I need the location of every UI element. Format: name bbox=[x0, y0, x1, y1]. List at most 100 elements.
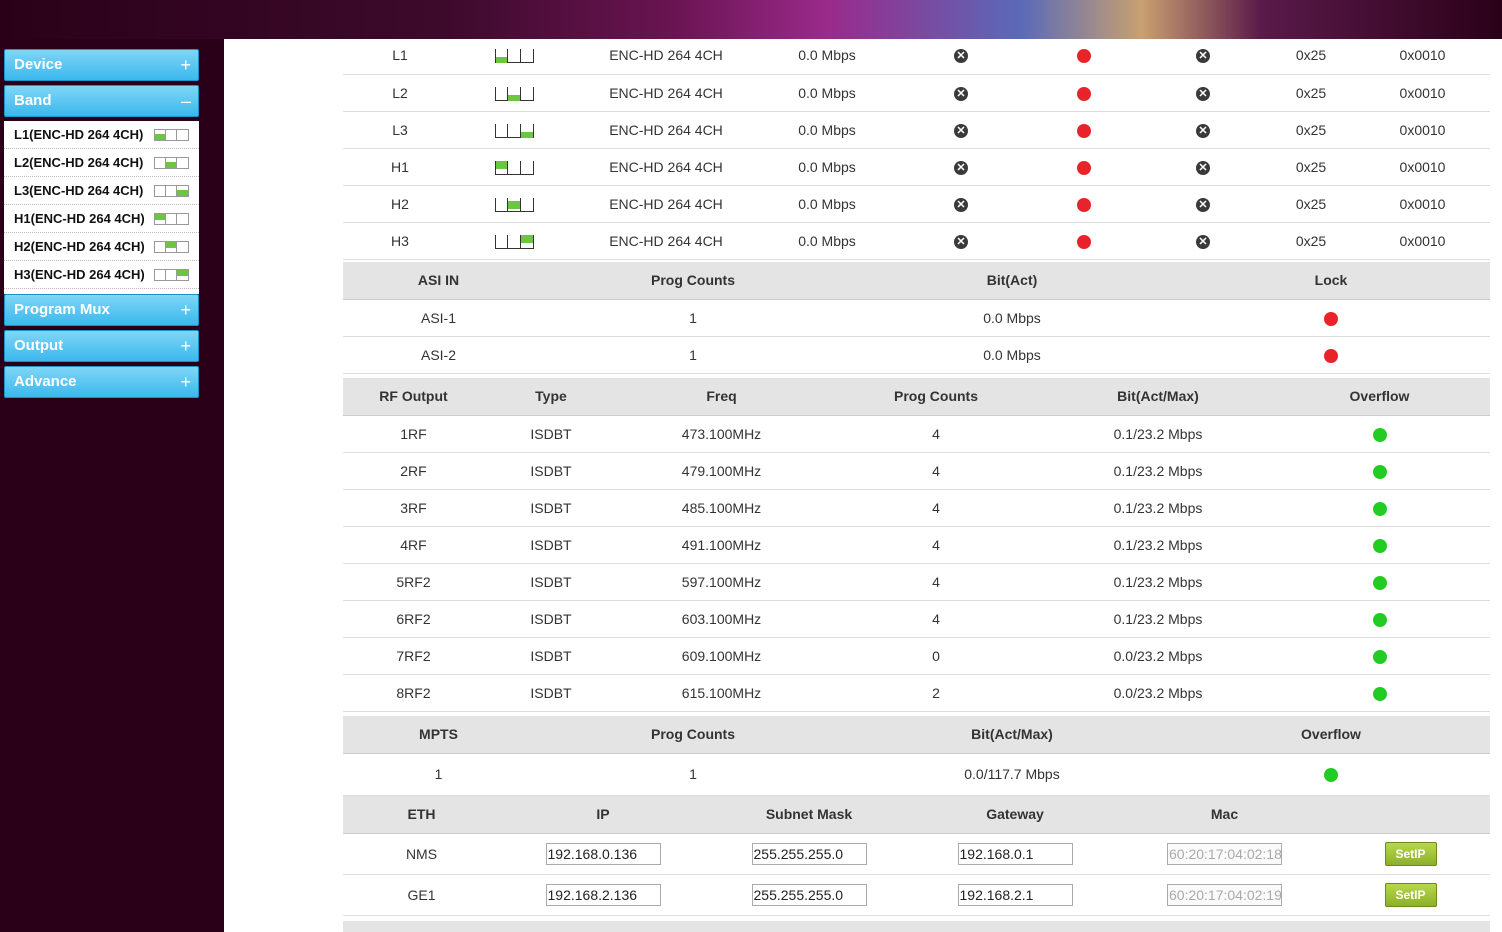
band-item-label: H2(ENC-HD 264 4CH) bbox=[14, 239, 145, 254]
asi-bit: 0.0 Mbps bbox=[852, 336, 1172, 374]
mpts-counts: 1 bbox=[534, 753, 852, 796]
table-row: 5RF2 ISDBT 597.100MHz 4 0.1/23.2 Mbps bbox=[343, 563, 1490, 601]
menu-device-label: Device bbox=[14, 56, 63, 73]
rf-freq: 597.100MHz bbox=[618, 563, 825, 601]
rf-type: ISDBT bbox=[484, 452, 618, 490]
table-row: 7RF2 ISDBT 609.100MHz 0 0.0/23.2 Mbps bbox=[343, 637, 1490, 675]
ip-field[interactable] bbox=[545, 842, 661, 865]
rf-counts: 0 bbox=[825, 637, 1047, 675]
menu-output-label: Output bbox=[14, 337, 64, 354]
band-pid2: 0x0010 bbox=[1355, 148, 1490, 186]
band-status-table: L1 ENC-HD 264 4CH 0.0 Mbps ✕ ✕ 0x25 0x00… bbox=[343, 37, 1490, 260]
setip-button[interactable]: SetIP bbox=[1384, 882, 1437, 907]
rf-bit: 0.0/23.2 Mbps bbox=[1047, 637, 1269, 675]
error-x-icon: ✕ bbox=[1196, 160, 1210, 175]
band-slot-icon bbox=[154, 129, 189, 141]
rf-type: ISDBT bbox=[484, 489, 618, 527]
band-bitrate: 0.0 Mbps bbox=[761, 37, 893, 75]
band-item-l2[interactable]: L2(ENC-HD 264 4CH) bbox=[4, 149, 199, 177]
band-item-label: H1(ENC-HD 264 4CH) bbox=[14, 211, 145, 226]
band-type: ENC-HD 264 4CH bbox=[571, 37, 761, 75]
column-header: ASI IN bbox=[343, 262, 534, 300]
ip-field[interactable] bbox=[545, 883, 661, 906]
asi-counts: 1 bbox=[534, 299, 852, 337]
rf-bit: 0.1/23.2 Mbps bbox=[1047, 600, 1269, 638]
column-header: Prog Counts bbox=[534, 262, 852, 300]
table-row: 1 1 0.0/117.7 Mbps bbox=[343, 753, 1490, 796]
eth-name: NMS bbox=[343, 833, 500, 875]
subnet-mask-field[interactable] bbox=[751, 842, 867, 865]
rf-freq: 485.100MHz bbox=[618, 489, 825, 527]
header-banner bbox=[0, 0, 1502, 39]
rf-type: ISDBT bbox=[484, 674, 618, 712]
band-pid2: 0x0010 bbox=[1355, 185, 1490, 223]
rf-bit: 0.1/23.2 Mbps bbox=[1047, 415, 1269, 453]
band-bitrate: 0.0 Mbps bbox=[761, 148, 893, 186]
band-pid1: 0x25 bbox=[1267, 111, 1355, 149]
rf-name: 8RF2 bbox=[343, 674, 484, 712]
band-slot-icon bbox=[154, 157, 189, 169]
overflow-ok-icon bbox=[1372, 612, 1387, 627]
band-item-l3[interactable]: L3(ENC-HD 264 4CH) bbox=[4, 177, 199, 205]
band-type: ENC-HD 264 4CH bbox=[571, 74, 761, 112]
band-pid2: 0x0010 bbox=[1355, 222, 1490, 260]
gateway-field[interactable] bbox=[957, 842, 1073, 865]
rf-counts: 4 bbox=[825, 452, 1047, 490]
mpts-name: 1 bbox=[343, 753, 534, 796]
menu-device[interactable]: Device + bbox=[4, 49, 199, 81]
band-item-label: H3(ENC-HD 264 4CH) bbox=[14, 267, 145, 282]
rf-name: 7RF2 bbox=[343, 637, 484, 675]
overflow-ok-icon bbox=[1372, 649, 1387, 664]
menu-advance[interactable]: Advance + bbox=[4, 366, 199, 398]
error-x-icon: ✕ bbox=[1196, 86, 1210, 101]
band-type: ENC-HD 264 4CH bbox=[571, 185, 761, 223]
table-row: L3 ENC-HD 264 4CH 0.0 Mbps ✕ ✕ 0x25 0x00… bbox=[343, 111, 1490, 149]
menu-program-mux[interactable]: Program Mux + bbox=[4, 294, 199, 326]
rf-name: 6RF2 bbox=[343, 600, 484, 638]
column-header: Prog Counts bbox=[825, 378, 1047, 416]
status-red-icon bbox=[1077, 234, 1091, 249]
rf-counts: 4 bbox=[825, 563, 1047, 601]
error-x-icon: ✕ bbox=[1196, 123, 1210, 138]
menu-band-label: Band bbox=[14, 92, 52, 109]
rf-counts: 4 bbox=[825, 489, 1047, 527]
error-x-icon: ✕ bbox=[1196, 234, 1210, 249]
band-bitrate: 0.0 Mbps bbox=[761, 74, 893, 112]
band-item-h2[interactable]: H2(ENC-HD 264 4CH) bbox=[4, 233, 199, 261]
band-name: L2 bbox=[343, 74, 457, 112]
band-slot-icon bbox=[154, 213, 189, 225]
menu-band[interactable]: Band – bbox=[4, 85, 199, 117]
menu-advance-label: Advance bbox=[14, 373, 77, 390]
band-name: L1 bbox=[343, 37, 457, 75]
collapse-icon: – bbox=[180, 91, 191, 111]
table-row: L1 ENC-HD 264 4CH 0.0 Mbps ✕ ✕ 0x25 0x00… bbox=[343, 37, 1490, 75]
band-item-label: L1(ENC-HD 264 4CH) bbox=[14, 127, 144, 142]
band-slot-icon bbox=[154, 241, 189, 253]
table-row: 8RF2 ISDBT 615.100MHz 2 0.0/23.2 Mbps bbox=[343, 674, 1490, 712]
band-bitrate: 0.0 Mbps bbox=[761, 185, 893, 223]
mpts-bit: 0.0/117.7 Mbps bbox=[852, 753, 1172, 796]
band-item-h3[interactable]: H3(ENC-HD 264 4CH) bbox=[4, 261, 199, 289]
subnet-mask-field[interactable] bbox=[751, 883, 867, 906]
setip-button[interactable]: SetIP bbox=[1384, 841, 1437, 866]
table-row: 4RF ISDBT 491.100MHz 4 0.1/23.2 Mbps bbox=[343, 526, 1490, 564]
column-header: RF Output bbox=[343, 378, 484, 416]
band-pid2: 0x0010 bbox=[1355, 74, 1490, 112]
menu-output[interactable]: Output + bbox=[4, 330, 199, 362]
column-header: Bit(Act) bbox=[852, 262, 1172, 300]
rf-freq: 473.100MHz bbox=[618, 415, 825, 453]
eth-table: ETH IP Subnet Mask Gateway Mac NMS SetIP… bbox=[343, 796, 1490, 916]
gateway-field[interactable] bbox=[957, 883, 1073, 906]
error-x-icon: ✕ bbox=[954, 234, 968, 249]
band-pid1: 0x25 bbox=[1267, 185, 1355, 223]
band-item-h1[interactable]: H1(ENC-HD 264 4CH) bbox=[4, 205, 199, 233]
table-row: 1RF ISDBT 473.100MHz 4 0.1/23.2 Mbps bbox=[343, 415, 1490, 453]
error-x-icon: ✕ bbox=[1196, 197, 1210, 212]
overflow-ok-icon bbox=[1324, 768, 1338, 783]
column-header: Type bbox=[484, 378, 618, 416]
rf-bit: 0.1/23.2 Mbps bbox=[1047, 489, 1269, 527]
table-row: 2RF ISDBT 479.100MHz 4 0.1/23.2 Mbps bbox=[343, 452, 1490, 490]
band-item-l1[interactable]: L1(ENC-HD 264 4CH) bbox=[4, 121, 199, 149]
overflow-ok-icon bbox=[1372, 464, 1387, 479]
rf-type: ISDBT bbox=[484, 563, 618, 601]
